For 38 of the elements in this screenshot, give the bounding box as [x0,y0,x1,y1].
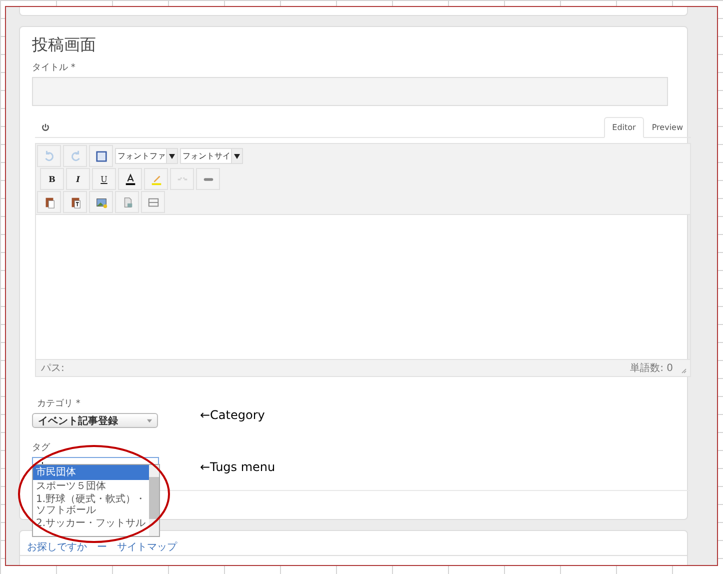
image-icon [94,196,108,208]
textcolor-button[interactable] [118,168,142,190]
paste-button[interactable] [37,191,61,213]
field-label: タイトル * [32,62,76,74]
format-button[interactable]: B [40,168,64,190]
pastetext-button[interactable] [63,191,87,213]
undo-icon [42,150,56,162]
scrollbar[interactable] [149,465,159,536]
field-label: カテゴリ * [37,398,82,410]
tag-option[interactable]: スポーツ５団体 [33,480,149,493]
category-select[interactable]: イベント記事登録 [32,413,158,428]
sitemap-link[interactable]: サイトマップ [117,541,177,554]
tag-option[interactable]: 市民団体 [33,465,149,480]
tag-option[interactable]: 1.野球（硬式・軟式）・ソフトボール [33,493,149,517]
format-button[interactable]: U [92,168,116,190]
format-button[interactable]: I [66,168,90,190]
annotation-text: ←Category [200,408,265,422]
path-label: パス: [41,362,66,375]
word-count: 単語数: 0 [630,362,673,375]
textcolor-icon [124,172,136,186]
annotation-text: ←Tugs menu [200,460,276,474]
font-select[interactable]: フォントサイ [180,148,243,164]
resize-grip-icon[interactable] [681,368,687,374]
separator-text: ー [97,541,107,554]
fullscreen-button[interactable] [89,145,113,167]
fullscreen-icon [94,150,108,162]
editor-tab[interactable]: Preview [644,117,691,138]
power-icon[interactable] [41,123,50,132]
font-select[interactable]: フォントファ [115,148,178,164]
search-link[interactable]: お探しですか [27,541,87,554]
caret-icon [147,418,152,422]
page-title: 投稿画面 [32,35,97,56]
image-button[interactable] [89,191,113,213]
link-button[interactable] [196,168,220,190]
redo-icon [68,150,82,162]
editor-tab[interactable]: Editor [604,117,644,138]
title-field[interactable] [32,77,668,106]
field-label: タグ [32,442,51,454]
